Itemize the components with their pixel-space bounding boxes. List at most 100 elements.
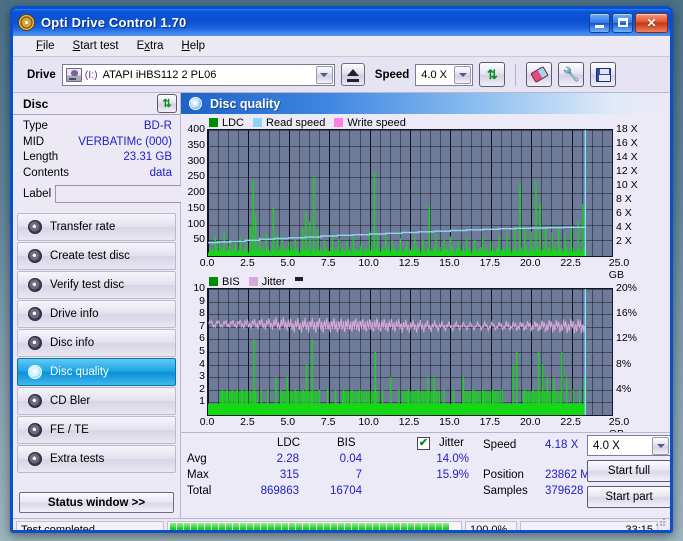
- y-tick-label: 7: [199, 319, 205, 332]
- ldc-plot: [207, 129, 613, 257]
- legend-label-bis: BIS: [222, 275, 240, 288]
- jitter-checkbox[interactable]: ✔: [417, 437, 430, 450]
- resize-grip-icon[interactable]: [655, 517, 665, 527]
- maximize-button[interactable]: [612, 12, 633, 33]
- sidebar-item-label: Drive info: [50, 308, 99, 320]
- progress-segment: [191, 523, 197, 530]
- start-full-button[interactable]: Start full: [587, 460, 670, 482]
- sidebar-item-verify-test-disc[interactable]: Verify test disc: [17, 271, 176, 299]
- bis-plot: [207, 288, 613, 416]
- stats-row-label-total: Total: [187, 485, 212, 497]
- wrench-icon: 🔧: [562, 66, 581, 82]
- progress-segment: [443, 523, 449, 530]
- x-tick-label: 0.0: [199, 257, 215, 269]
- sidebar-item-label: CD Bler: [50, 395, 91, 407]
- sidebar-item-label: Verify test disc: [50, 279, 125, 291]
- sidebar-item-disc-info[interactable]: Disc info: [17, 329, 176, 357]
- erase-button[interactable]: [526, 62, 553, 87]
- y-tick-label: 100: [187, 217, 205, 230]
- progress-segment: [177, 523, 183, 530]
- app-window: Opti Drive Control 1.70 ✕ File Start tes…: [10, 6, 673, 533]
- menu-file[interactable]: File: [27, 38, 64, 54]
- chevron-down-icon[interactable]: [315, 65, 333, 84]
- legend-swatch-extra: [294, 277, 303, 281]
- eject-button[interactable]: [340, 63, 365, 86]
- disc-info: Type BD-R MID VERBATIMc (000) Length 23.…: [13, 115, 226, 206]
- save-button[interactable]: [590, 62, 617, 87]
- bis-chart-container: BIS Jitter 1 2 3 4 5 6 7 8 9 10 4% 8% 12% 16% 20% 0.0…: [181, 273, 670, 441]
- y-tick-label: 400: [187, 123, 205, 135]
- sidebar-item-fe-te[interactable]: FE / TE: [17, 416, 176, 444]
- start-part-button[interactable]: Start part: [587, 486, 670, 508]
- legend-swatch-write-speed: [334, 118, 344, 127]
- stats-header-jitter: Jitter: [439, 437, 464, 449]
- sidebar-item-drive-info[interactable]: Drive info: [17, 300, 176, 328]
- menu-bar: File Start test Extra Help: [13, 36, 670, 57]
- progress-segment: [282, 523, 288, 530]
- status-message: Test completed: [16, 520, 164, 530]
- progress-segment: [324, 523, 330, 530]
- refresh-icon: ⇅: [162, 98, 172, 110]
- disc-info-row: Contents data: [23, 166, 172, 182]
- drive-select[interactable]: (I:) ATAPI iHBS112 2 PL06: [61, 63, 335, 86]
- y-tick-label: 3: [199, 370, 205, 383]
- menu-extra[interactable]: Extra: [128, 38, 173, 54]
- bis-y-axis-left: 1 2 3 4 5 6 7 8 9 10: [181, 282, 207, 416]
- progress-segment: [170, 523, 176, 530]
- sidebar-item-label: Create test disc: [50, 250, 130, 262]
- test-speed-select[interactable]: 4.0 X: [587, 435, 670, 456]
- title-bar: Opti Drive Control 1.70 ✕: [13, 9, 670, 36]
- progress-segment: [359, 523, 365, 530]
- settings-button[interactable]: 🔧: [558, 62, 585, 87]
- y2-tick-label: 2 X: [616, 235, 632, 247]
- sidebar-nav: Transfer rate Create test disc Verify te…: [13, 213, 180, 474]
- y-tick-label: 200: [187, 186, 205, 198]
- disc-quality-icon: [189, 97, 202, 110]
- y-tick-label: 4: [199, 357, 205, 370]
- disc-label-row: Label: [23, 184, 226, 204]
- disc-length-value: 23.31 GB: [123, 151, 172, 163]
- y-tick-label: 150: [187, 201, 205, 214]
- chevron-down-icon[interactable]: [652, 437, 669, 455]
- disc-refresh-button[interactable]: ⇅: [157, 94, 177, 113]
- speed-select[interactable]: 4.0 X: [415, 63, 474, 86]
- status-bar: Test completed 100.0% 33:15: [13, 517, 670, 530]
- sidebar-item-create-test-disc[interactable]: Create test disc: [17, 242, 176, 270]
- progress-segment: [261, 523, 267, 530]
- maximize-icon: [618, 17, 628, 27]
- status-window-button[interactable]: Status window >>: [19, 492, 174, 513]
- stats-header-ldc: LDC: [277, 437, 301, 449]
- refresh-button[interactable]: ⇅: [479, 62, 506, 87]
- chevron-down-icon[interactable]: [454, 65, 472, 84]
- drive-letter: (I:): [84, 68, 98, 81]
- disc-icon: [28, 365, 42, 379]
- sidebar-item-transfer-rate[interactable]: Transfer rate: [17, 213, 176, 241]
- sidebar-item-extra-tests[interactable]: Extra tests: [17, 445, 176, 473]
- y2-tick-label: 12 X: [616, 165, 638, 177]
- sidebar-item-disc-quality[interactable]: Disc quality: [17, 358, 176, 386]
- sidebar-item-cd-bler[interactable]: CD Bler: [17, 387, 176, 415]
- y2-tick-label: 16%: [616, 307, 638, 320]
- window-title: Opti Drive Control 1.70: [41, 15, 187, 30]
- speed-value: 4.0 X: [421, 68, 447, 81]
- check-icon: ✔: [418, 437, 429, 449]
- x-tick-label: 12.5: [398, 416, 420, 428]
- y2-tick-label: 12%: [616, 332, 638, 345]
- progress-segment: [212, 523, 218, 530]
- y2-tick-label: 18 X: [616, 123, 638, 135]
- progress-segment: [240, 523, 246, 530]
- y2-tick-label: 8 X: [616, 193, 632, 205]
- menu-help[interactable]: Help: [172, 38, 214, 54]
- close-button[interactable]: ✕: [635, 12, 668, 33]
- x-tick-label: 2.5: [240, 257, 255, 269]
- sidebar-item-label: FE / TE: [50, 424, 89, 436]
- stats-position-label: Position: [483, 469, 524, 481]
- disc-icon: [28, 394, 42, 408]
- menu-start-test[interactable]: Start test: [64, 38, 128, 54]
- progress-segment: [303, 523, 309, 530]
- progress-segment: [226, 523, 232, 530]
- legend-swatch-bis: [209, 277, 218, 286]
- x-tick-label: 17.5: [479, 416, 501, 428]
- stats-row-label-avg: Avg: [187, 453, 207, 465]
- minimize-button[interactable]: [589, 12, 610, 33]
